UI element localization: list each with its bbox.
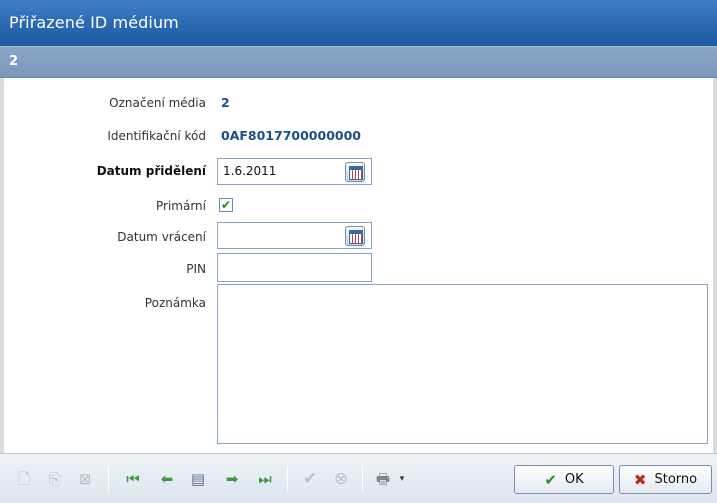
identification-code-label: Identifikační kód — [107, 129, 206, 143]
close-icon: ✖ — [633, 470, 647, 489]
toolbar-separator — [287, 466, 288, 492]
prev-record-icon[interactable]: ⬅ — [157, 469, 177, 489]
detail-icon[interactable]: ▤ — [188, 469, 208, 489]
primary-label: Primární — [156, 199, 206, 213]
record-number: 2 — [9, 54, 19, 69]
media-label-label: Označení média — [109, 96, 206, 110]
page-icon[interactable]: 🗋 — [14, 469, 34, 489]
next-record-icon[interactable]: ➡ — [222, 469, 242, 489]
ok-button[interactable]: ✔ OK — [514, 465, 614, 494]
toolbar-separator — [108, 466, 109, 492]
assignment-date-calendar-button[interactable] — [345, 162, 365, 182]
chevron-down-icon[interactable]: ▾ — [396, 469, 408, 489]
copy-icon[interactable]: ⎘ — [45, 469, 65, 489]
checkmark-icon: ✔ — [220, 198, 232, 212]
cancel-icon[interactable]: ⊗ — [331, 469, 351, 489]
pin-field[interactable] — [217, 253, 372, 282]
last-record-icon[interactable]: ⏭ — [255, 469, 275, 489]
note-textarea[interactable] — [217, 284, 708, 444]
record-header-bar: 2 — [0, 46, 717, 78]
ok-label: OK — [564, 472, 584, 487]
pin-label: PIN — [186, 262, 206, 276]
bottom-toolbar: 🗋 ⎘ ⊠ ⏮ ⬅ ▤ ➡ ⏭ ✔ ⊗ 🖶 ▾ ✔ OK ✖ Storno — [0, 453, 717, 503]
note-label: Poznámka — [144, 296, 206, 310]
dialog-title: Přiřazené ID médium — [9, 13, 179, 32]
first-record-icon[interactable]: ⏮ — [123, 469, 143, 489]
return-date-label: Datum vrácení — [117, 230, 206, 244]
storno-button[interactable]: ✖ Storno — [619, 465, 712, 494]
return-date-calendar-button[interactable] — [345, 226, 365, 246]
storno-label: Storno — [654, 472, 698, 487]
delete-icon[interactable]: ⊠ — [75, 469, 95, 489]
confirm-icon[interactable]: ✔ — [300, 469, 320, 489]
media-label-value: 2 — [221, 95, 230, 110]
toolbar-separator — [362, 466, 363, 492]
primary-checkbox[interactable]: ✔ — [219, 198, 233, 212]
check-icon: ✔ — [544, 470, 557, 489]
print-icon[interactable]: 🖶 — [373, 469, 393, 489]
right-frame — [713, 78, 717, 453]
identification-code-value: 0AF8017700000000 — [221, 128, 361, 143]
dialog-title-bar: Přiřazené ID médium — [0, 0, 717, 46]
assignment-date-label: Datum přidělení — [96, 164, 206, 178]
assignment-date-value: 1.6.2011 — [223, 164, 277, 178]
